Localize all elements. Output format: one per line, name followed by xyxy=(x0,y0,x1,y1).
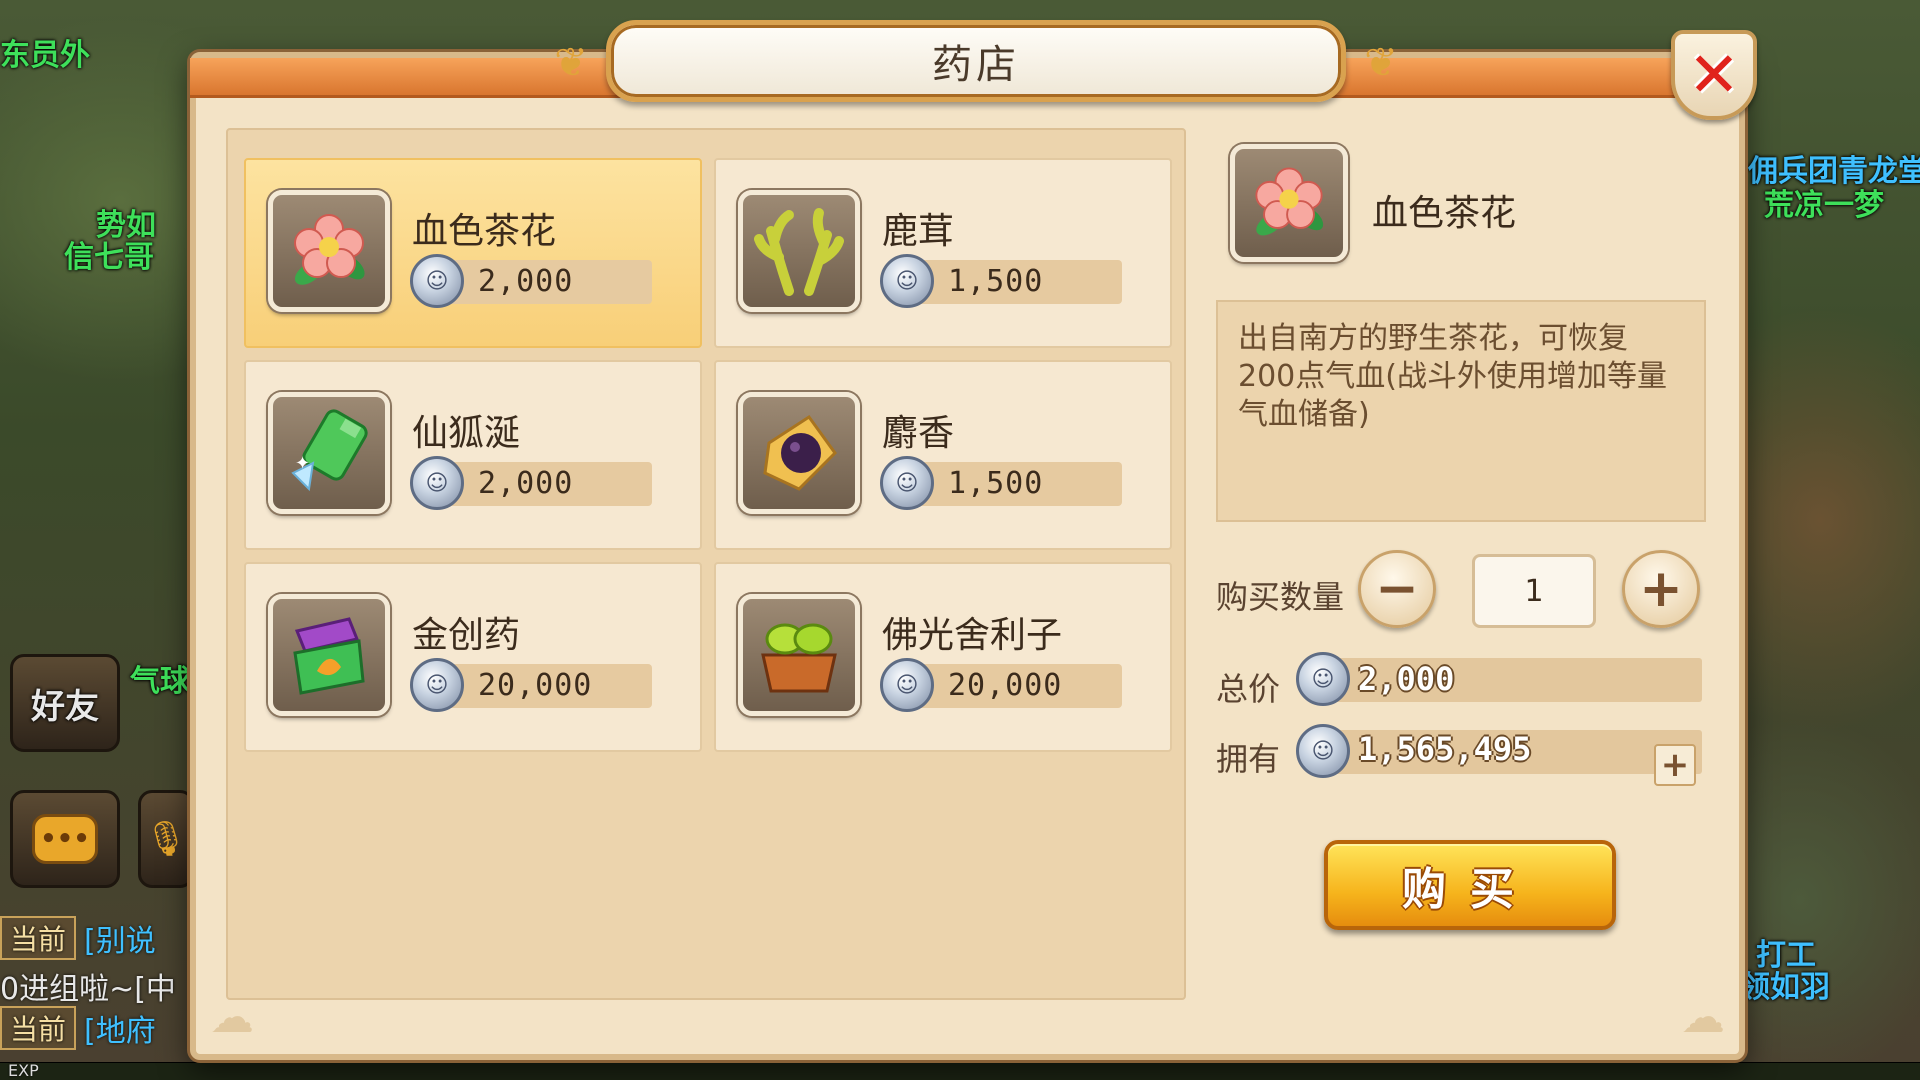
chat-text: [别说 xyxy=(84,924,156,959)
chat-channel-tag: 当前 xyxy=(0,1006,77,1050)
voice-button[interactable]: 🎙 xyxy=(138,790,194,888)
silver-coin-icon: ☺ xyxy=(1296,652,1350,706)
jade-bottle-icon: ✦ xyxy=(268,392,390,514)
item-price: 1,500 xyxy=(948,466,1044,501)
item-description: 出自南方的野生茶花，可恢复200点气血(战斗外使用增加等量气血储备) xyxy=(1216,300,1706,522)
item-name: 血色茶花 xyxy=(412,211,557,252)
camellia-flower-icon xyxy=(1230,144,1348,262)
item-name: 金创药 xyxy=(412,615,521,656)
plus-icon: + xyxy=(1639,559,1683,619)
friends-button[interactable]: 好友 xyxy=(10,654,120,752)
npc-name: 荒凉一梦 xyxy=(1764,188,1884,223)
item-price: 2,000 xyxy=(478,264,574,299)
silver-coin-icon: ☺ xyxy=(880,254,934,308)
title-plate: ❦ 药店 ❦ xyxy=(554,20,1398,102)
add-money-button[interactable]: + xyxy=(1654,744,1696,786)
exp-bar xyxy=(0,1062,1920,1080)
item-name: 仙狐涎 xyxy=(412,413,521,454)
silver-coin-icon: ☺ xyxy=(1296,724,1350,778)
close-x-icon: ✕ xyxy=(1688,38,1740,111)
chat-text: 0进组啦~[中 xyxy=(0,972,176,1007)
quantity-input[interactable]: 1 xyxy=(1472,554,1596,628)
item-name: 鹿茸 xyxy=(882,211,955,252)
detail-item-name: 血色茶花 xyxy=(1372,193,1517,234)
quantity-label: 购买数量 xyxy=(1216,578,1345,616)
item-name: 麝香 xyxy=(882,413,955,454)
chat-button[interactable]: ••• xyxy=(10,790,120,888)
swirl-ornament-icon: ❦ xyxy=(554,40,588,86)
item-card-buddha-relic[interactable]: 佛光舍利子 ☺ 20,000 xyxy=(714,562,1172,752)
chat-bubble-icon: ••• xyxy=(32,814,98,864)
item-price: 20,000 xyxy=(478,668,593,703)
chat-line: 当前 [别说 xyxy=(0,916,156,960)
buy-button[interactable]: 购买 xyxy=(1324,840,1616,930)
friends-label: 好友 xyxy=(31,686,99,727)
microphone-icon: 🎙 xyxy=(144,819,188,859)
close-button[interactable]: ✕ xyxy=(1671,30,1757,120)
item-grid: 血色茶花 ☺ 2,000 鹿茸 ☺ 1,500 ✦ 仙狐涎 ☺ 2,000 麝香… xyxy=(226,128,1186,1000)
relic-basket-icon xyxy=(738,594,860,716)
item-card-musk[interactable]: 麝香 ☺ 1,500 xyxy=(714,360,1172,550)
silver-coin-icon: ☺ xyxy=(880,456,934,510)
chat-line: 0进组啦~[中 xyxy=(0,966,176,1007)
silver-coin-icon: ☺ xyxy=(410,254,464,308)
silver-coin-icon: ☺ xyxy=(880,658,934,712)
musk-icon xyxy=(738,392,860,514)
total-price-value: 2,000 xyxy=(1358,660,1455,698)
item-price: 20,000 xyxy=(948,668,1063,703)
npc-name: 气球 xyxy=(130,664,190,699)
decrease-quantity-button[interactable]: − xyxy=(1358,550,1436,628)
swirl-ornament-icon: ❦ xyxy=(1364,40,1398,86)
npc-name: 东员外 xyxy=(0,38,90,73)
npc-name: 信七哥 xyxy=(64,240,154,275)
chat-text: [地府 xyxy=(84,1014,156,1049)
antler-icon xyxy=(738,190,860,312)
item-card-fox-saliva[interactable]: ✦ 仙狐涎 ☺ 2,000 xyxy=(244,360,702,550)
dialog-title: 药店 xyxy=(932,42,1020,88)
item-card-wound-medicine[interactable]: 金创药 ☺ 20,000 xyxy=(244,562,702,752)
npc-name: 领如羽 xyxy=(1740,970,1830,1005)
item-card-camellia[interactable]: 血色茶花 ☺ 2,000 xyxy=(244,158,702,348)
item-price: 1,500 xyxy=(948,264,1044,299)
silver-coin-icon: ☺ xyxy=(410,658,464,712)
silver-coin-icon: ☺ xyxy=(410,456,464,510)
item-price: 2,000 xyxy=(478,466,574,501)
shop-dialog: ❦ 药店 ❦ ✕ ☁ ☁ 血色茶花 ☺ 2,000 鹿茸 ☺ 1,500 ✦ 仙… xyxy=(190,20,1757,1060)
chat-channel-tag: 当前 xyxy=(0,916,77,960)
exp-label: EXP xyxy=(8,1061,39,1080)
camellia-flower-icon xyxy=(268,190,390,312)
item-card-antler[interactable]: 鹿茸 ☺ 1,500 xyxy=(714,158,1172,348)
owned-money-value: 1,565,495 xyxy=(1358,730,1532,768)
owned-label: 拥有 xyxy=(1216,740,1281,778)
medicine-box-icon xyxy=(268,594,390,716)
minus-icon: − xyxy=(1375,559,1419,619)
total-price-label: 总价 xyxy=(1216,670,1281,708)
item-name: 佛光舍利子 xyxy=(882,615,1063,656)
plus-icon: + xyxy=(1660,745,1690,785)
chat-line: 当前 [地府 xyxy=(0,1006,156,1050)
cloud-ornament-icon: ☁ xyxy=(1681,992,1725,1043)
increase-quantity-button[interactable]: + xyxy=(1622,550,1700,628)
svg-text:✦: ✦ xyxy=(295,453,310,474)
